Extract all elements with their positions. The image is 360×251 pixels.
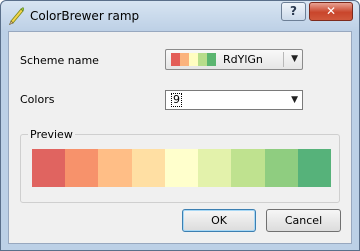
scheme-name-label: Scheme name xyxy=(20,54,99,67)
ramp-swatch xyxy=(32,149,66,187)
dialog-window: ColorBrewer ramp ? ✕ Scheme name RdYlGn … xyxy=(0,0,360,251)
color-ramp-preview xyxy=(32,149,331,187)
window-title: ColorBrewer ramp xyxy=(30,9,140,23)
preview-group: Preview xyxy=(20,128,340,203)
ramp-swatch xyxy=(264,149,298,187)
scheme-name-value: RdYlGn xyxy=(223,53,263,66)
qgis-pencil-icon xyxy=(8,7,24,25)
colors-count-value: 9 xyxy=(171,93,182,107)
ramp-swatch xyxy=(131,149,165,187)
ok-button[interactable]: OK xyxy=(182,209,256,232)
colors-count-select[interactable]: 9 ▼ xyxy=(165,90,303,110)
title-bar[interactable]: ColorBrewer ramp ? ✕ xyxy=(1,1,359,31)
scheme-swatch xyxy=(189,53,198,66)
ramp-swatch xyxy=(98,149,132,187)
ramp-swatch xyxy=(198,149,232,187)
scheme-name-dropdown[interactable]: RdYlGn ▼ xyxy=(165,49,303,70)
cancel-button[interactable]: Cancel xyxy=(266,209,341,232)
dropdown-separator xyxy=(283,52,284,67)
chevron-down-icon[interactable]: ▼ xyxy=(291,54,298,64)
ramp-swatch xyxy=(231,149,265,187)
close-button[interactable]: ✕ xyxy=(309,2,353,21)
help-button[interactable]: ? xyxy=(281,2,306,21)
scheme-swatch xyxy=(171,53,180,66)
scheme-swatch xyxy=(180,53,189,66)
scheme-swatch xyxy=(207,53,216,66)
dialog-body: Scheme name RdYlGn ▼ Colors 9 ▼ Preview … xyxy=(8,31,352,244)
ramp-swatch xyxy=(164,149,199,187)
preview-title: Preview xyxy=(28,128,75,141)
colors-label: Colors xyxy=(20,93,55,106)
scheme-swatch xyxy=(198,53,207,66)
ramp-swatch xyxy=(297,149,331,187)
ramp-swatch xyxy=(65,149,99,187)
chevron-down-icon[interactable]: ▼ xyxy=(291,95,298,105)
